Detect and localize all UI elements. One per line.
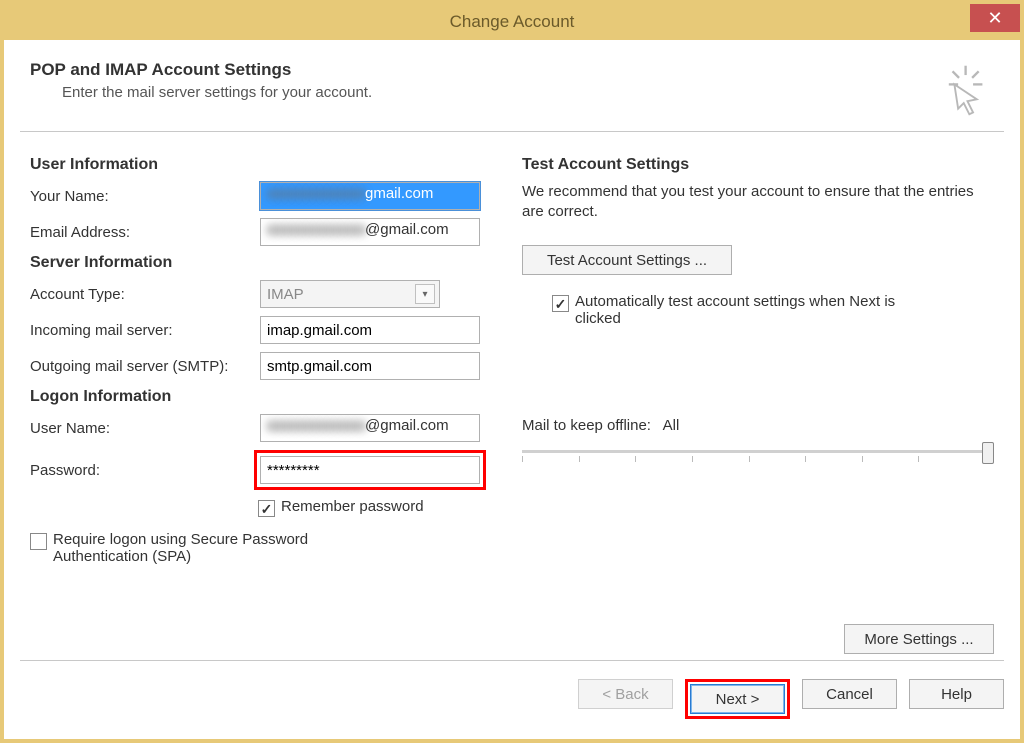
password-highlight xyxy=(254,450,486,490)
user-name-label: User Name: xyxy=(30,420,260,437)
email-input[interactable]: xxxxxxxxxxxxxx@gmail.com xyxy=(260,218,480,246)
mail-offline-label: Mail to keep offline: xyxy=(522,417,651,434)
header-subtitle: Enter the mail server settings for your … xyxy=(62,84,998,101)
your-name-label: Your Name: xyxy=(30,188,260,205)
next-highlight: Next > xyxy=(685,679,790,719)
left-column: User Information Your Name: xxxxxxxxxxxx… xyxy=(30,150,512,571)
cursor-sparkle-icon xyxy=(930,60,990,120)
password-label: Password: xyxy=(30,462,260,479)
test-settings-heading: Test Account Settings xyxy=(522,156,994,174)
window-title: Change Account xyxy=(450,12,575,32)
remember-password-row: Remember password xyxy=(258,498,502,517)
account-type-row: Account Type: IMAP ▾ xyxy=(30,280,502,308)
spa-row: Require logon using Secure Password Auth… xyxy=(30,531,502,565)
your-name-row: Your Name: xxxxxxxxxxxxxxgmail.com xyxy=(30,182,502,210)
email-row: Email Address: xxxxxxxxxxxxxx@gmail.com xyxy=(30,218,502,246)
mail-offline-slider[interactable] xyxy=(522,442,994,468)
right-column: Test Account Settings We recommend that … xyxy=(512,150,994,571)
user-name-input[interactable]: xxxxxxxxxxxxxx@gmail.com xyxy=(260,414,480,442)
remember-password-checkbox[interactable] xyxy=(258,500,275,517)
help-button[interactable]: Help xyxy=(909,679,1004,709)
auto-test-label: Automatically test account settings when… xyxy=(575,293,905,327)
chevron-down-icon: ▾ xyxy=(415,284,435,304)
account-type-value: IMAP xyxy=(267,286,304,303)
mail-offline-section: Mail to keep offline: All xyxy=(522,417,994,468)
test-settings-description: We recommend that you test your account … xyxy=(522,182,994,221)
header-title: POP and IMAP Account Settings xyxy=(30,60,998,80)
auto-test-row: Automatically test account settings when… xyxy=(552,293,994,327)
outgoing-row: Outgoing mail server (SMTP): xyxy=(30,352,502,380)
header-section: POP and IMAP Account Settings Enter the … xyxy=(20,54,1004,132)
account-type-select: IMAP ▾ xyxy=(260,280,440,308)
your-name-input[interactable]: xxxxxxxxxxxxxxgmail.com xyxy=(260,182,480,210)
incoming-label: Incoming mail server: xyxy=(30,322,260,339)
wizard-button-bar: < Back Next > Cancel Help xyxy=(20,660,1004,719)
server-info-heading: Server Information xyxy=(30,254,502,272)
mail-offline-label-row: Mail to keep offline: All xyxy=(522,417,994,434)
next-button[interactable]: Next > xyxy=(690,684,785,714)
auto-test-checkbox[interactable] xyxy=(552,295,569,312)
cancel-button[interactable]: Cancel xyxy=(802,679,897,709)
user-info-heading: User Information xyxy=(30,156,502,174)
logon-info-heading: Logon Information xyxy=(30,388,502,406)
user-name-row: User Name: xxxxxxxxxxxxxx@gmail.com xyxy=(30,414,502,442)
spa-label: Require logon using Secure Password Auth… xyxy=(53,531,403,565)
close-icon: ✕ xyxy=(987,8,1002,29)
password-row: Password: xyxy=(30,450,502,490)
email-label: Email Address: xyxy=(30,224,260,241)
outgoing-input[interactable] xyxy=(260,352,480,380)
more-settings-wrap: More Settings ... xyxy=(844,624,994,654)
remember-password-label: Remember password xyxy=(281,498,424,515)
mail-offline-value: All xyxy=(663,417,680,434)
password-input[interactable] xyxy=(260,456,480,484)
change-account-dialog: Change Account ✕ POP and IMAP Account Se… xyxy=(0,0,1024,743)
account-type-label: Account Type: xyxy=(30,286,260,303)
titlebar: Change Account ✕ xyxy=(4,4,1020,40)
form-columns: User Information Your Name: xxxxxxxxxxxx… xyxy=(20,132,1004,571)
slider-thumb[interactable] xyxy=(982,442,994,464)
incoming-row: Incoming mail server: xyxy=(30,316,502,344)
more-settings-button[interactable]: More Settings ... xyxy=(844,624,994,654)
dialog-body: POP and IMAP Account Settings Enter the … xyxy=(8,44,1016,735)
incoming-input[interactable] xyxy=(260,316,480,344)
back-button: < Back xyxy=(578,679,673,709)
spa-checkbox[interactable] xyxy=(30,533,47,550)
close-button[interactable]: ✕ xyxy=(970,4,1020,32)
test-account-settings-button[interactable]: Test Account Settings ... xyxy=(522,245,732,275)
outgoing-label: Outgoing mail server (SMTP): xyxy=(30,358,260,375)
